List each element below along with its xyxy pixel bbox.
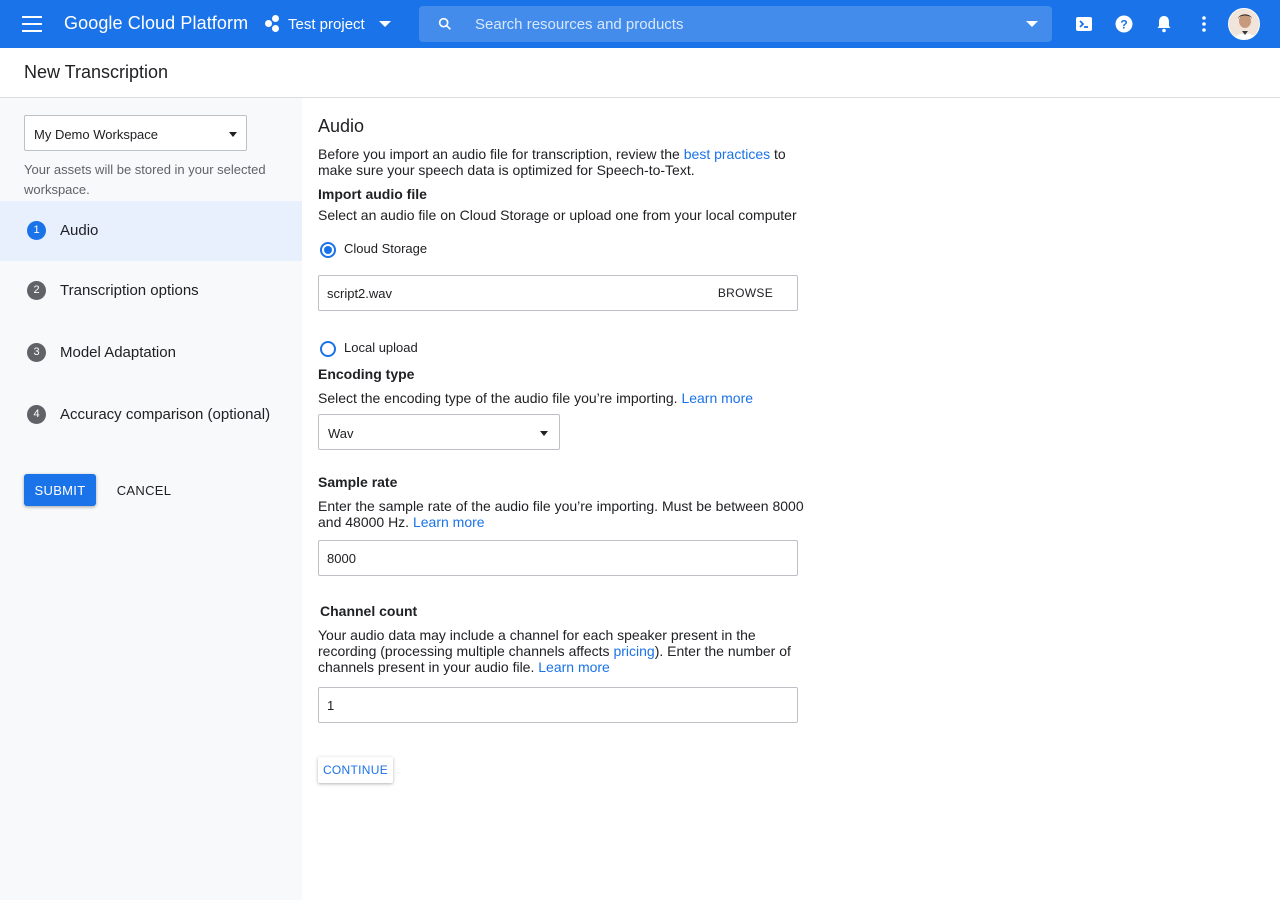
workspace-select[interactable]: My Demo Workspace bbox=[24, 115, 247, 151]
intro-text: Before you import an audio file for tran… bbox=[318, 146, 808, 178]
cloud-storage-label[interactable]: Cloud Storage bbox=[344, 241, 427, 256]
project-selector[interactable]: Test project bbox=[264, 12, 391, 36]
local-upload-radio[interactable] bbox=[320, 341, 336, 357]
import-label: Import audio file bbox=[318, 186, 427, 202]
page-header: New Transcription bbox=[0, 48, 1280, 98]
step-accuracy-comparison[interactable]: 4 Accuracy comparison (optional) bbox=[0, 385, 302, 445]
menu-icon[interactable] bbox=[22, 16, 42, 32]
channel-learn-more-link[interactable]: Learn more bbox=[538, 659, 610, 675]
more-icon[interactable] bbox=[1194, 14, 1214, 34]
cloud-storage-radio[interactable] bbox=[320, 242, 336, 258]
step-transcription-options[interactable]: 2 Transcription options bbox=[0, 261, 302, 321]
workspace-note: Your assets will be stored in your selec… bbox=[24, 162, 266, 197]
step-number: 2 bbox=[27, 281, 46, 300]
encoding-learn-more-link[interactable]: Learn more bbox=[681, 390, 753, 406]
chevron-down-icon bbox=[229, 132, 237, 137]
search-bar[interactable] bbox=[419, 6, 1052, 42]
sample-rate-field[interactable] bbox=[318, 540, 798, 576]
sample-rate-description-text: Enter the sample rate of the audio file … bbox=[318, 498, 804, 530]
help-icon[interactable]: ? bbox=[1114, 14, 1134, 34]
cloud-file-input[interactable] bbox=[327, 276, 707, 310]
pricing-link[interactable]: pricing bbox=[613, 643, 654, 659]
project-icon bbox=[264, 15, 282, 33]
encoding-value: Wav bbox=[328, 426, 354, 441]
page-title: New Transcription bbox=[24, 62, 169, 82]
workspace-value: My Demo Workspace bbox=[34, 127, 159, 142]
step-model-adaptation[interactable]: 3 Model Adaptation bbox=[0, 323, 302, 383]
encoding-label: Encoding type bbox=[318, 366, 415, 382]
step-number: 3 bbox=[27, 343, 46, 362]
import-description: Select an audio file on Cloud Storage or… bbox=[318, 207, 797, 223]
step-label: Accuracy comparison (optional) bbox=[60, 406, 271, 423]
encoding-description-text: Select the encoding type of the audio fi… bbox=[318, 390, 682, 406]
step-audio[interactable]: 1 Audio bbox=[0, 201, 302, 261]
channel-count-label: Channel count bbox=[320, 603, 418, 619]
local-upload-label[interactable]: Local upload bbox=[344, 340, 418, 355]
brand-title[interactable]: Google Cloud Platform bbox=[64, 13, 248, 34]
search-input[interactable] bbox=[475, 6, 995, 42]
channel-count-input[interactable] bbox=[327, 688, 707, 722]
sample-rate-input[interactable] bbox=[327, 541, 707, 575]
avatar[interactable] bbox=[1228, 8, 1260, 40]
search-icon bbox=[438, 17, 451, 30]
chevron-down-icon bbox=[378, 21, 391, 27]
best-practices-link[interactable]: best practices bbox=[684, 146, 770, 162]
step-number: 4 bbox=[27, 405, 46, 424]
chevron-down-icon bbox=[540, 431, 548, 436]
steps-sidebar: My Demo Workspace Your assets will be st… bbox=[0, 98, 302, 900]
project-name: Test project bbox=[288, 15, 365, 33]
continue-button[interactable]: CONTINUE bbox=[318, 757, 393, 783]
encoding-description: Select the encoding type of the audio fi… bbox=[318, 390, 808, 406]
cloud-file-field[interactable]: BROWSE bbox=[318, 275, 798, 311]
browse-button[interactable]: BROWSE bbox=[718, 286, 773, 300]
sample-rate-label: Sample rate bbox=[318, 474, 398, 490]
channel-count-description: Your audio data may include a channel fo… bbox=[318, 627, 808, 675]
cloud-shell-icon[interactable] bbox=[1074, 14, 1094, 34]
intro-text-before: Before you import an audio file for tran… bbox=[318, 146, 684, 162]
svg-text:?: ? bbox=[1120, 18, 1127, 32]
avatar-image bbox=[1229, 9, 1259, 39]
encoding-select[interactable]: Wav bbox=[318, 414, 560, 450]
search-dropdown-icon[interactable] bbox=[1026, 21, 1038, 27]
sample-rate-learn-more-link[interactable]: Learn more bbox=[413, 514, 485, 530]
step-label: Audio bbox=[60, 222, 99, 239]
cancel-button[interactable]: CANCEL bbox=[108, 474, 180, 506]
step-number: 1 bbox=[27, 221, 46, 240]
step-label: Model Adaptation bbox=[60, 344, 176, 361]
top-app-bar: Google Cloud Platform Test project ? bbox=[0, 0, 1280, 48]
channel-count-field[interactable] bbox=[318, 687, 798, 723]
step-label: Transcription options bbox=[60, 282, 199, 299]
notifications-icon[interactable] bbox=[1154, 14, 1174, 34]
submit-button[interactable]: SUBMIT bbox=[24, 474, 96, 506]
sample-rate-description: Enter the sample rate of the audio file … bbox=[318, 498, 808, 530]
section-heading: Audio bbox=[318, 116, 365, 136]
